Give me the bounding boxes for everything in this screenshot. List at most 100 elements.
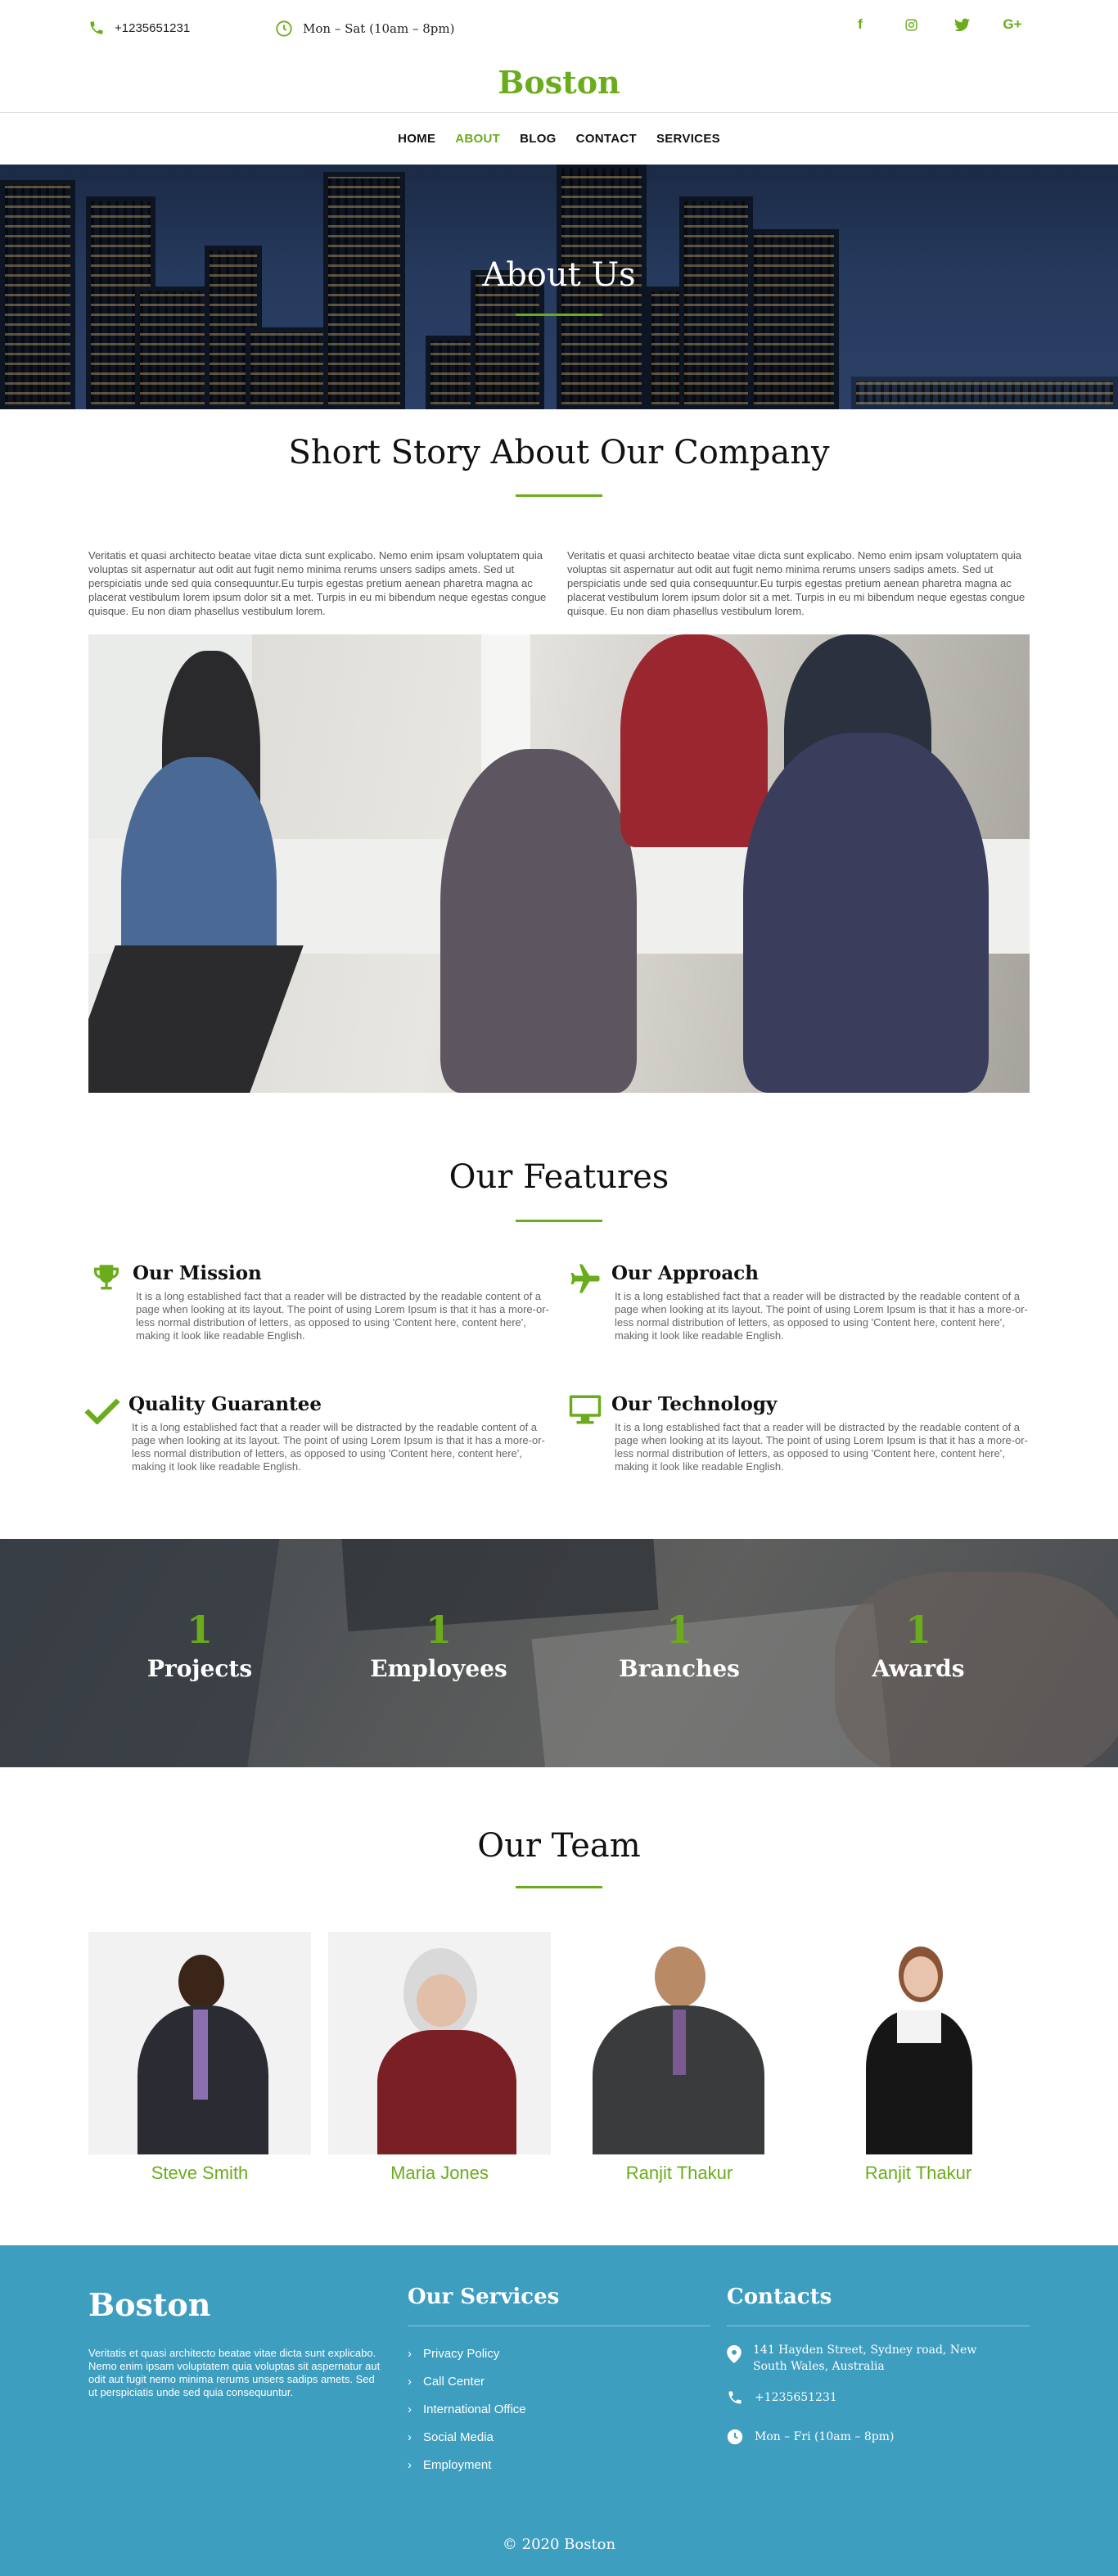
footer-hours: Mon – Fri (10am – 8pm) — [727, 2429, 894, 2445]
topbar-hours: Mon – Sat (10am – 8pm) — [275, 20, 454, 38]
footer-address-text: 141 Hayden Street, Sydney road, New Sout… — [753, 2344, 977, 2373]
feature-text: It is a long established fact that a rea… — [615, 1290, 1028, 1342]
feature-text: It is a long established fact that a rea… — [136, 1290, 549, 1342]
feature-title: Our Technology — [611, 1393, 778, 1415]
skyline-ground — [851, 377, 1118, 409]
google-plus-icon[interactable]: G+ — [987, 15, 1038, 34]
copyright: © 2020 Boston — [502, 2536, 616, 2553]
skyline-building — [679, 196, 753, 409]
stats-band: 1 Projects 1 Employees 1 Branches 1 Awar… — [0, 1539, 1118, 1767]
story-title-underline — [516, 494, 602, 497]
avatar — [88, 1932, 311, 2154]
stat-branches: 1 Branches — [581, 1609, 778, 1682]
footer-phone[interactable]: +1235651231 — [727, 2389, 837, 2406]
team-title-underline — [516, 1886, 602, 1888]
feature-title: Quality Guarantee — [128, 1393, 322, 1415]
team-member-name: Maria Jones — [390, 2163, 489, 2183]
stat-awards: 1 Awards — [820, 1609, 1017, 1682]
skyline-building — [0, 180, 75, 409]
social-links: f G+ — [835, 15, 1038, 34]
story-paragraph-right: Veritatis et quasi architecto beatae vit… — [567, 549, 1026, 617]
footer-link-label: Employment — [423, 2458, 492, 2472]
team-member-card[interactable]: Maria Jones — [328, 1932, 551, 2184]
feature-text: It is a long established fact that a rea… — [132, 1421, 545, 1473]
footer-phone-text: +1235651231 — [755, 2391, 837, 2404]
team-member-name: Ranjit Thakur — [864, 2163, 972, 2183]
footer-link-label: Privacy Policy — [423, 2347, 500, 2361]
site-footer: Boston Veritatis et quasi architecto bea… — [0, 2245, 1118, 2576]
feature-text: It is a long established fact that a rea… — [615, 1421, 1028, 1473]
top-bar: +1235651231 Mon – Sat (10am – 8pm) f G+ — [0, 0, 1118, 56]
story-title: Short Story About Our Company — [288, 434, 830, 471]
stat-label: Employees — [370, 1655, 507, 1682]
chevron-right-icon: › — [408, 2402, 412, 2416]
stat-label: Projects — [147, 1655, 253, 1682]
stat-projects: 1 Projects — [101, 1609, 298, 1682]
nav-item-contact[interactable]: CONTACT — [576, 132, 637, 146]
instagram-icon[interactable] — [886, 15, 936, 34]
footer-contacts-title: Contacts — [727, 2285, 832, 2309]
phone-icon — [728, 2391, 742, 2404]
chevron-right-icon: › — [408, 2347, 412, 2361]
topbar-hours-text: Mon – Sat (10am – 8pm) — [303, 21, 455, 36]
checkmark-icon — [84, 1392, 120, 1428]
hero-banner: About Us — [0, 165, 1118, 409]
trophy-icon — [88, 1261, 124, 1297]
phone-icon — [90, 21, 103, 34]
footer-link-privacy[interactable]: › Privacy Policy — [408, 2347, 499, 2361]
avatar — [328, 1932, 551, 2154]
footer-services-title: Our Services — [408, 2285, 560, 2309]
team-member-name: Ranjit Thakur — [625, 2163, 733, 2183]
stat-employees: 1 Employees — [340, 1609, 537, 1682]
page-title: About Us — [482, 256, 636, 294]
plane-icon — [567, 1261, 603, 1297]
footer-link-social-media[interactable]: › Social Media — [408, 2430, 494, 2444]
stat-number: 1 — [186, 1608, 213, 1652]
footer-about-text: Veritatis et quasi architecto beatae vit… — [88, 2347, 381, 2398]
chevron-right-icon: › — [408, 2430, 412, 2444]
map-pin-icon — [727, 2345, 742, 2363]
team-member-card[interactable]: Steve Smith — [88, 1932, 311, 2184]
team-member-name: Steve Smith — [151, 2163, 249, 2183]
team-title: Our Team — [477, 1827, 641, 1865]
main-nav: HOME ABOUT BLOG CONTACT SERVICES — [0, 112, 1118, 165]
twitter-icon[interactable] — [936, 15, 987, 34]
footer-link-label: Social Media — [423, 2430, 494, 2444]
stat-number: 1 — [904, 1608, 931, 1652]
feature-title: Our Mission — [133, 1262, 262, 1284]
topbar-phone[interactable]: +1235651231 — [88, 20, 190, 36]
nav-item-about[interactable]: ABOUT — [455, 132, 500, 146]
topbar-phone-text: +1235651231 — [115, 20, 191, 35]
chevron-right-icon: › — [408, 2458, 412, 2472]
stat-label: Awards — [872, 1655, 965, 1682]
avatar — [568, 1932, 791, 2154]
facebook-icon[interactable]: f — [835, 15, 886, 34]
stat-number: 1 — [665, 1608, 692, 1652]
footer-link-label: International Office — [423, 2402, 526, 2416]
footer-hours-text: Mon – Fri (10am – 8pm) — [755, 2430, 895, 2443]
footer-link-international-office[interactable]: › International Office — [408, 2402, 526, 2416]
footer-logo[interactable]: Boston — [88, 2286, 210, 2323]
footer-link-label: Call Center — [423, 2375, 485, 2389]
team-member-card[interactable]: Ranjit Thakur — [568, 1932, 791, 2184]
team-meeting-photo — [88, 634, 1030, 1093]
site-logo[interactable]: Boston — [0, 64, 1118, 101]
avatar — [807, 1932, 1030, 2154]
clock-icon — [276, 20, 292, 37]
story-paragraph-left: Veritatis et quasi architecto beatae vit… — [88, 549, 547, 617]
nav-item-services[interactable]: SERVICES — [656, 132, 720, 146]
feature-title: Our Approach — [611, 1262, 759, 1284]
stat-label: Branches — [619, 1655, 740, 1682]
features-title-underline — [516, 1220, 602, 1222]
monitor-icon — [567, 1392, 603, 1428]
nav-item-home[interactable]: HOME — [398, 132, 435, 146]
stat-number: 1 — [425, 1608, 452, 1652]
title-underline — [516, 314, 602, 316]
chevron-right-icon: › — [408, 2375, 412, 2389]
features-title: Our Features — [449, 1158, 669, 1196]
team-member-card[interactable]: Ranjit Thakur — [807, 1932, 1030, 2184]
clock-icon — [727, 2429, 743, 2445]
nav-item-blog[interactable]: BLOG — [520, 132, 557, 146]
footer-link-call-center[interactable]: › Call Center — [408, 2375, 485, 2389]
footer-link-employment[interactable]: › Employment — [408, 2458, 491, 2472]
